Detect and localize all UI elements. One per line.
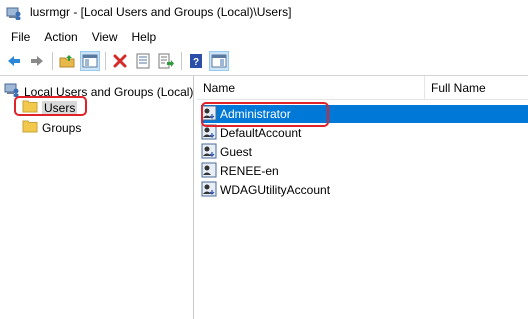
list-item-guest[interactable]: Guest — [201, 143, 528, 161]
user-name: Guest — [220, 145, 253, 159]
forward-arrow-icon — [31, 55, 43, 66]
back-arrow-icon — [8, 55, 20, 66]
export-list-icon — [158, 53, 174, 68]
forward-button[interactable] — [27, 51, 47, 71]
user-name: Administrator — [220, 107, 291, 121]
menu-action[interactable]: Action — [37, 27, 84, 47]
show-hide-console-tree-button[interactable] — [80, 50, 100, 71]
properties-button[interactable] — [133, 51, 153, 71]
menu-help[interactable]: Help — [125, 27, 164, 47]
toolbar-separator — [105, 51, 106, 70]
column-header-name[interactable]: Name — [197, 76, 425, 99]
user-account-icon — [201, 162, 217, 181]
console-tree-pane: Local Users and Groups (Local) Users Gro… — [0, 76, 194, 319]
list-header: Name Full Name — [197, 76, 528, 100]
properties-icon — [136, 53, 150, 68]
toolbar: ? — [0, 48, 528, 73]
list-item-wdagutilityaccount[interactable]: WDAGUtilityAccount — [201, 181, 528, 199]
user-account-icon — [201, 124, 217, 143]
user-account-icon — [201, 105, 217, 124]
help-icon: ? — [190, 53, 202, 68]
tree-item-users-label: Users — [42, 100, 78, 115]
toolbar-separator — [181, 51, 182, 70]
back-button[interactable] — [4, 51, 24, 71]
column-header-full-name[interactable]: Full Name — [425, 76, 528, 99]
list-item-defaultaccount[interactable]: DefaultAccount — [201, 124, 528, 142]
tree-root-label: Local Users and Groups (Local) — [24, 84, 194, 99]
folder-icon — [22, 119, 38, 136]
show-hide-tree-icon — [82, 54, 98, 67]
title-bar: lusrmgr - [Local Users and Groups (Local… — [0, 0, 528, 26]
menu-bar: File Action View Help — [0, 27, 528, 47]
list-item-administrator[interactable]: Administrator — [201, 105, 528, 123]
toolbar-separator — [52, 51, 53, 70]
user-name: DefaultAccount — [220, 126, 302, 140]
console-main-area: Local Users and Groups (Local) Users Gro… — [0, 75, 528, 319]
user-name: RENEE-en — [220, 164, 279, 178]
window-title: lusrmgr - [Local Users and Groups (Local… — [30, 5, 292, 19]
computer-users-icon — [4, 82, 20, 101]
delete-x-icon — [113, 54, 127, 67]
user-account-icon — [201, 143, 217, 162]
show-action-pane-button[interactable] — [209, 50, 229, 71]
user-name: WDAGUtilityAccount — [220, 183, 331, 197]
delete-button[interactable] — [110, 51, 130, 71]
tree-item-groups-label: Groups — [42, 120, 82, 135]
menu-view[interactable]: View — [85, 27, 125, 47]
up-folder-icon — [59, 54, 75, 67]
export-list-button[interactable] — [156, 51, 176, 71]
help-button[interactable]: ? — [186, 51, 206, 71]
users-app-icon — [6, 5, 22, 21]
folder-icon — [22, 99, 38, 116]
tree-item-groups[interactable]: Groups — [22, 119, 81, 136]
up-one-level-button[interactable] — [57, 51, 77, 71]
user-account-icon — [201, 181, 217, 200]
result-list-pane: Name Full Name Administrator DefaultAcco… — [197, 76, 528, 319]
tree-item-users[interactable]: Users — [22, 99, 78, 116]
menu-file[interactable]: File — [4, 27, 37, 47]
svg-text:?: ? — [193, 57, 199, 68]
show-action-pane-icon — [211, 54, 227, 67]
list-item-renee-en[interactable]: RENEE-en — [201, 162, 528, 180]
